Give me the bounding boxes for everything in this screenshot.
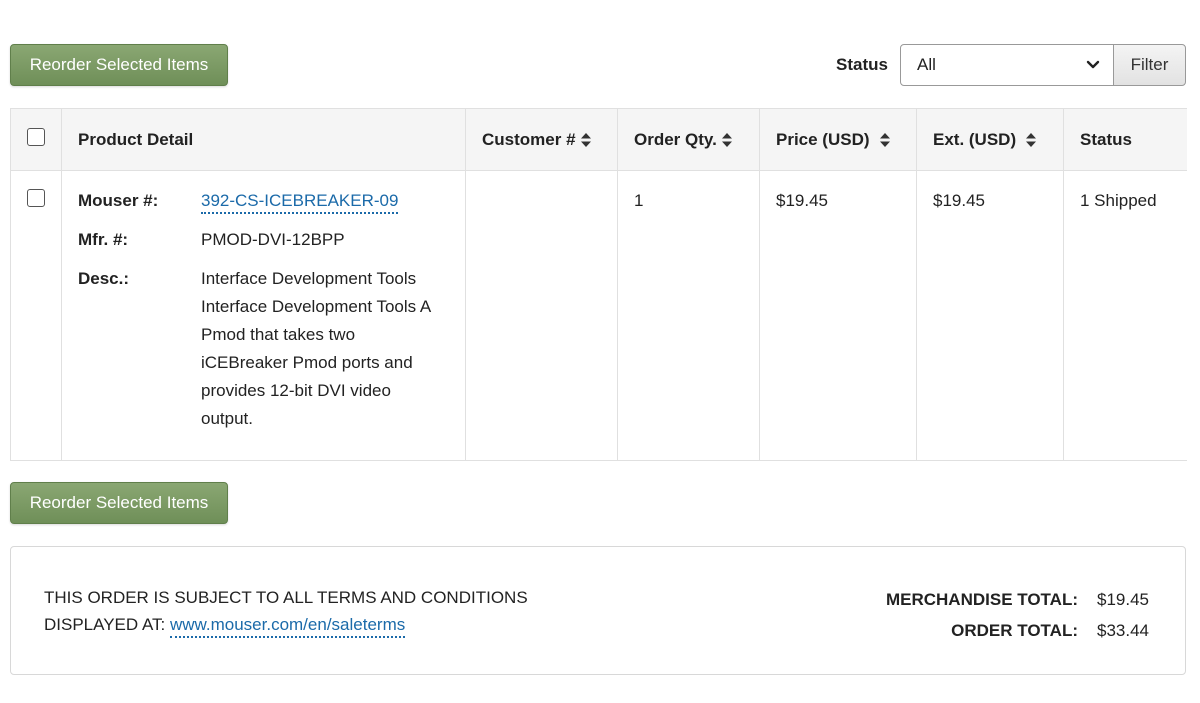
- product-detail-cell: Mouser #: 392-CS-ICEBREAKER-09 Mfr. #: P…: [61, 170, 466, 461]
- customer-no-cell: [465, 170, 618, 461]
- status-select[interactable]: All: [900, 44, 1114, 86]
- desc-value: Interface Development Tools Interface De…: [201, 269, 431, 428]
- row-select-cell: [10, 170, 62, 461]
- order-total-label: ORDER TOTAL:: [951, 621, 1078, 640]
- order-qty-cell: 1: [617, 170, 760, 461]
- column-header-customer-no[interactable]: Customer #: [465, 108, 618, 171]
- desc-label: Desc.:: [78, 269, 130, 288]
- sort-icon: [721, 133, 732, 148]
- terms-line-2-prefix: DISPLAYED AT:: [44, 615, 166, 634]
- order-total-value: $33.44: [1097, 621, 1149, 640]
- price-cell: $19.45: [759, 170, 917, 461]
- reorder-selected-button-top[interactable]: Reorder Selected Items: [10, 44, 228, 86]
- column-header-product-detail: Product Detail: [61, 108, 466, 171]
- order-items-table: Product Detail Customer # Order Qty. Pri…: [10, 108, 1187, 461]
- status-select-value: All: [917, 55, 936, 74]
- select-all-cell: [10, 108, 62, 171]
- status-filter-label: Status: [836, 55, 888, 74]
- order-summary-panel: THIS ORDER IS SUBJECT TO ALL TERMS AND C…: [10, 546, 1186, 675]
- column-header-ext[interactable]: Ext. (USD): [916, 108, 1064, 171]
- order-totals: MERCHANDISE TOTAL: $19.45 ORDER TOTAL: $…: [886, 584, 1151, 646]
- sort-icon: [580, 133, 591, 148]
- mfr-no-label: Mfr. #:: [78, 230, 129, 249]
- mfr-no-value: PMOD-DVI-12BPP: [201, 230, 345, 249]
- column-header-price[interactable]: Price (USD): [759, 108, 917, 171]
- row-checkbox[interactable]: [27, 189, 45, 207]
- select-all-checkbox[interactable]: [27, 128, 45, 146]
- sale-terms-link[interactable]: www.mouser.com/en/saleterms: [169, 615, 406, 638]
- table-header-row: Product Detail Customer # Order Qty. Pri…: [10, 108, 1187, 171]
- reorder-selected-button-bottom[interactable]: Reorder Selected Items: [10, 482, 228, 524]
- sort-icon: [879, 133, 890, 148]
- chevron-down-icon: [1086, 60, 1100, 69]
- merchandise-total-label: MERCHANDISE TOTAL:: [885, 590, 1078, 609]
- mouser-no-label: Mouser #:: [78, 191, 159, 210]
- terms-notice: THIS ORDER IS SUBJECT TO ALL TERMS AND C…: [44, 584, 528, 638]
- column-header-order-qty[interactable]: Order Qty.: [617, 108, 760, 171]
- sort-icon: [1026, 133, 1037, 148]
- filter-button[interactable]: Filter: [1113, 44, 1186, 86]
- terms-line-1: THIS ORDER IS SUBJECT TO ALL TERMS AND C…: [44, 588, 528, 607]
- merchandise-total-value: $19.45: [1097, 590, 1149, 609]
- column-header-status: Status: [1063, 108, 1187, 171]
- table-row: Mouser #: 392-CS-ICEBREAKER-09 Mfr. #: P…: [10, 170, 1187, 461]
- ext-price-cell: $19.45: [916, 170, 1064, 461]
- line-status-cell: 1 Shipped: [1063, 170, 1187, 461]
